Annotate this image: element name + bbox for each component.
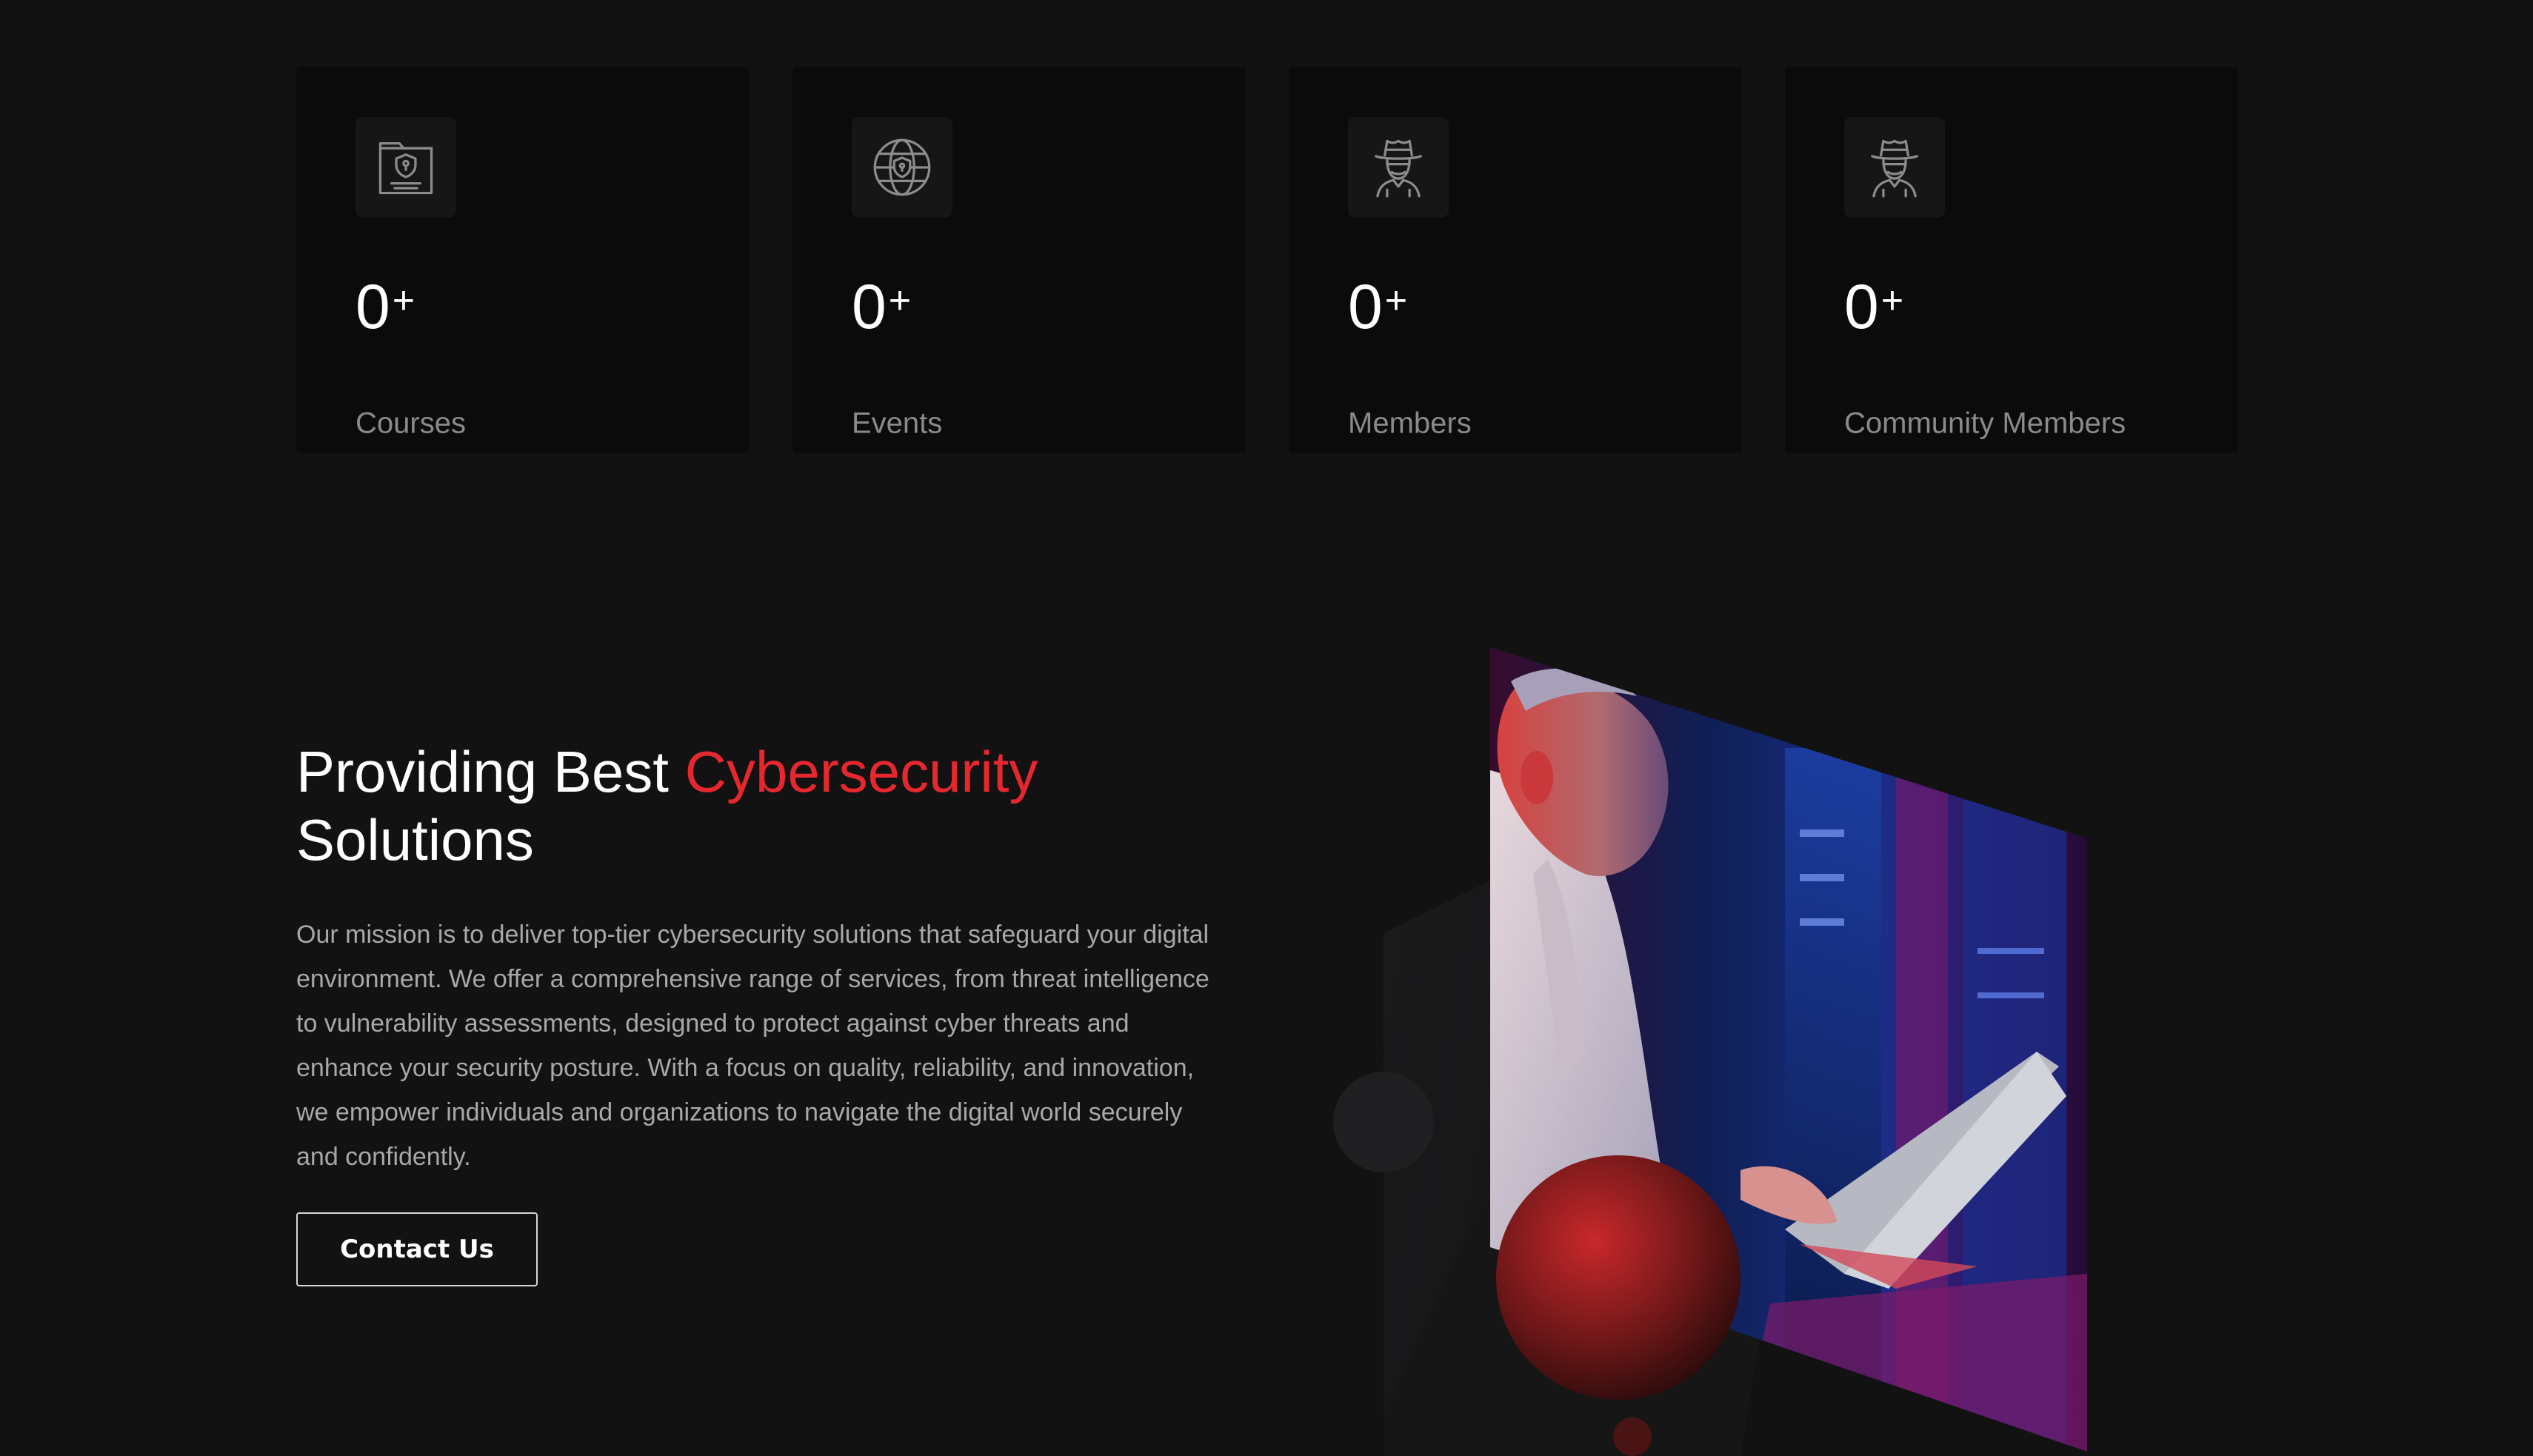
stat-value: 0+	[1348, 272, 1409, 341]
stat-label: Courses	[356, 407, 466, 440]
section-description: Our mission is to deliver top-tier cyber…	[296, 921, 1209, 1171]
stat-label: Events	[852, 407, 943, 440]
stat-value: 0+	[1844, 272, 1905, 341]
section-heading: Providing Best Cybersecurity Solutions	[296, 738, 1259, 874]
hero-image-composition	[1326, 637, 2140, 1456]
stat-plus: +	[888, 279, 912, 322]
globe-shield-icon	[852, 117, 952, 218]
hacker-icon	[1348, 117, 1449, 218]
stat-value: 0+	[356, 272, 416, 341]
stats-row: 0+ Courses 0+ Events 0+ Members 0+ Commu…	[296, 67, 2238, 453]
stat-plus: +	[392, 279, 416, 322]
contact-us-button[interactable]: Contact Us	[296, 1212, 538, 1286]
heading-accent: Cybersecurity	[684, 739, 1038, 804]
heading-text-line2: Solutions	[296, 807, 534, 872]
stat-plus: +	[1384, 279, 1409, 322]
shield-document-icon	[356, 117, 456, 218]
stat-card-community-members: 0+ Community Members	[1785, 67, 2238, 453]
stat-card-members: 0+ Members	[1289, 67, 1742, 453]
stat-card-events: 0+ Events	[792, 67, 1246, 453]
heading-text: Providing Best	[296, 739, 685, 804]
stat-plus: +	[1880, 279, 1905, 322]
stat-card-courses: 0+ Courses	[296, 67, 750, 453]
hacker-icon	[1844, 117, 1945, 218]
stat-label: Community Members	[1844, 407, 2126, 440]
stat-value: 0+	[852, 272, 912, 341]
stat-label: Members	[1348, 407, 1472, 440]
